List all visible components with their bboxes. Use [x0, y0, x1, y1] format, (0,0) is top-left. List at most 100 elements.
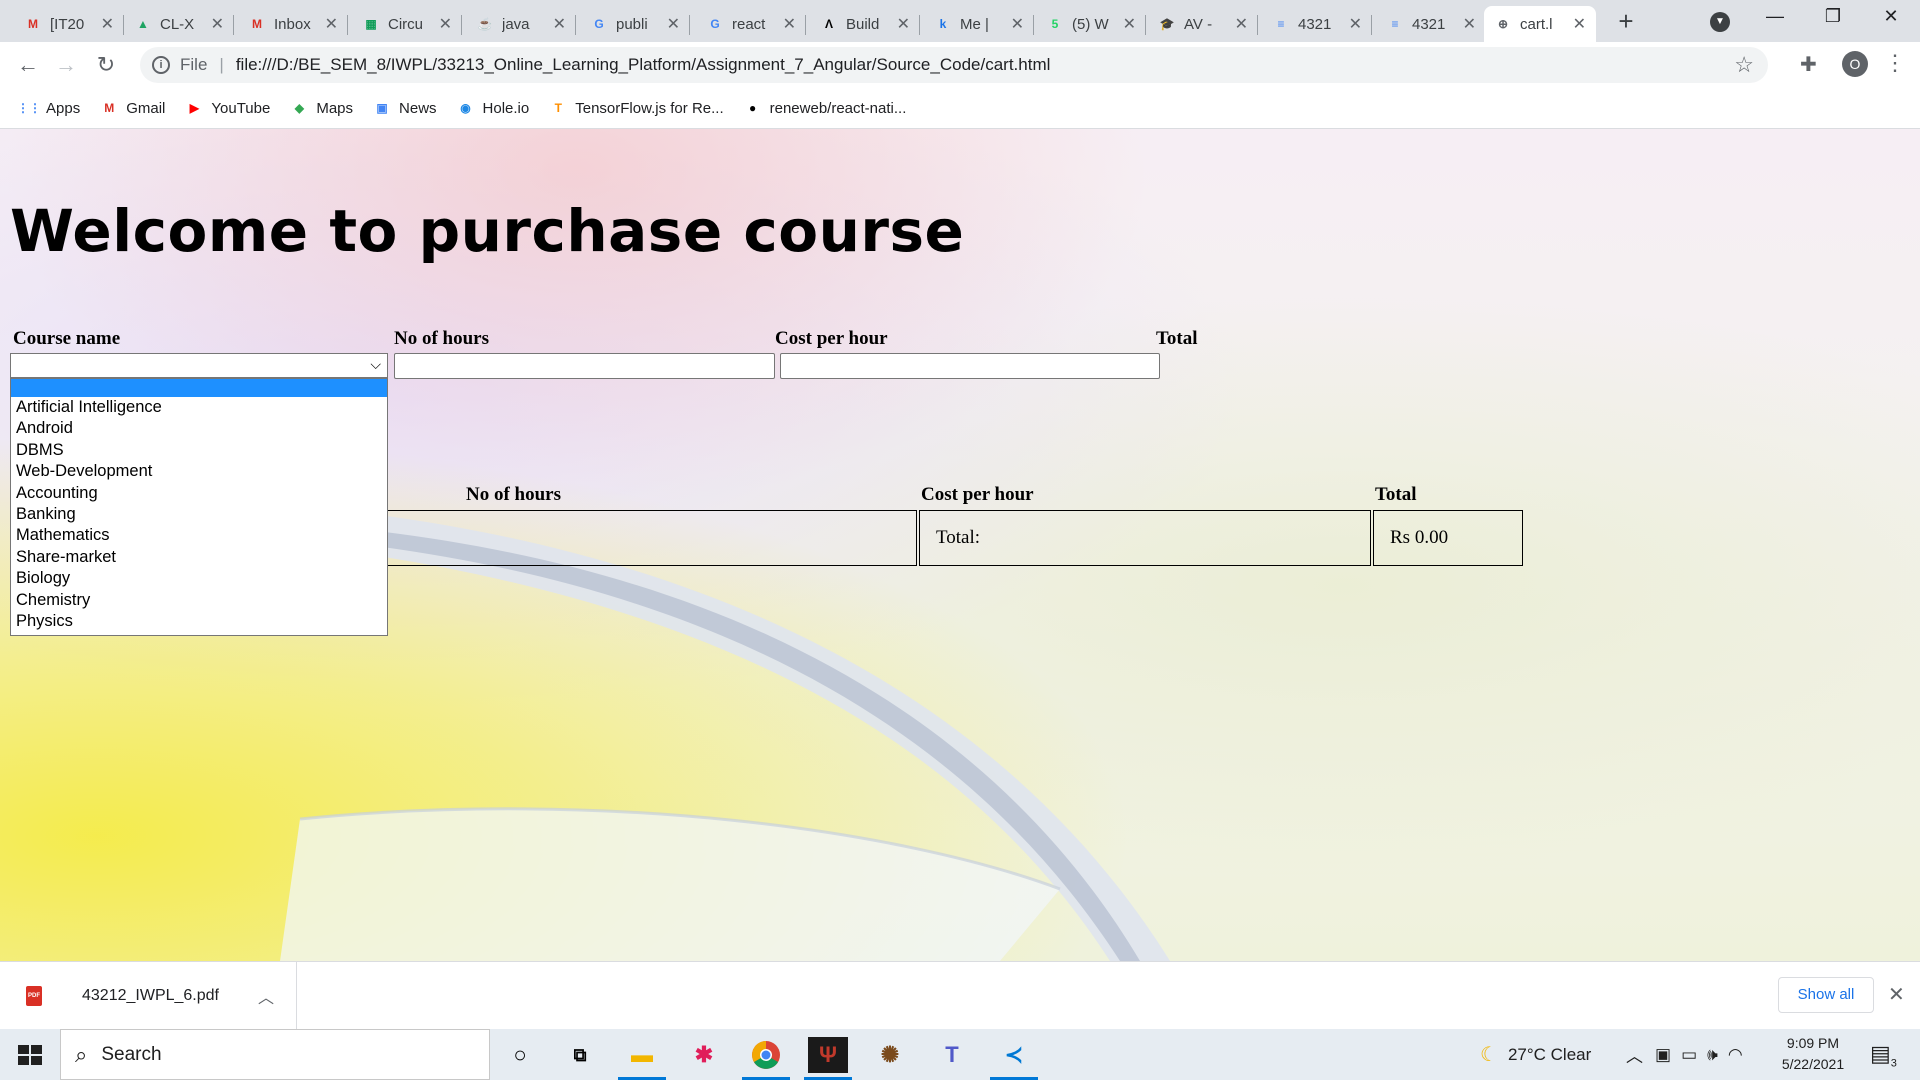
dropdown-option[interactable]: Mathematics: [11, 525, 387, 546]
chevron-up-icon[interactable]: ︿: [258, 984, 274, 1008]
tray-overflow-chevron-icon[interactable]: ︿: [1626, 1042, 1643, 1067]
close-window-button[interactable]: ✕: [1876, 6, 1906, 27]
meet-now-icon[interactable]: ▣: [1655, 1045, 1671, 1065]
moon-icon: ☾: [1480, 1044, 1498, 1066]
close-tab-icon[interactable]: ✕: [1011, 14, 1024, 34]
tab-search-icon[interactable]: ▼: [1710, 12, 1730, 32]
back-arrow-icon[interactable]: ←: [14, 52, 42, 78]
battery-icon[interactable]: ▭: [1681, 1045, 1697, 1065]
predator-sense-icon[interactable]: Ψ: [804, 1037, 852, 1080]
vscode-icon[interactable]: ≺: [990, 1037, 1038, 1080]
tab-9[interactable]: k Me | ✕: [924, 6, 1034, 42]
tab-13[interactable]: ≡ 4321 ✕: [1376, 6, 1486, 42]
clock-time: 9:09 PM: [1786, 1035, 1840, 1051]
url-text[interactable]: file:///D:/BE_SEM_8/IWPL/33213_Online_Le…: [236, 55, 1051, 75]
tab-10[interactable]: 5 (5) W ✕: [1036, 6, 1146, 42]
bookmark-news[interactable]: ▣ News: [373, 99, 436, 117]
forward-arrow-icon[interactable]: →: [52, 52, 80, 78]
bookmark-reneweb-react-nati[interactable]: ● reneweb/react-nati...: [744, 99, 907, 117]
new-tab-button[interactable]: +: [1612, 8, 1640, 36]
tab-2[interactable]: ▲ CL-X ✕: [124, 6, 234, 42]
download-item[interactable]: PDF 43212_IWPL_6.pdf ︿: [0, 962, 297, 1030]
bookmark-youtube[interactable]: ▶ YouTube: [185, 99, 271, 117]
tab-1[interactable]: M [IT20 ✕: [14, 6, 124, 42]
taskbar-clock[interactable]: 9:09 PM 5/22/2021: [1768, 1033, 1858, 1075]
task-view-icon[interactable]: ⧉: [560, 1037, 600, 1073]
bookmark-maps[interactable]: ◆ Maps: [290, 99, 353, 117]
bookmark-hole-io[interactable]: ◉ Hole.io: [457, 99, 529, 117]
dropdown-option[interactable]: Android: [11, 418, 387, 439]
dropdown-option[interactable]: Biology: [11, 568, 387, 589]
windows-start-icon[interactable]: [12, 1040, 48, 1070]
course-name-label: Course name: [13, 328, 121, 349]
minimize-button[interactable]: —: [1760, 6, 1790, 27]
cortana-icon[interactable]: ○: [500, 1037, 540, 1073]
bookmark-apps[interactable]: ⋮⋮ Apps: [17, 99, 80, 117]
dropdown-option[interactable]: Artificial Intelligence: [11, 397, 387, 418]
maximize-button[interactable]: ❐: [1818, 6, 1848, 27]
tab-12[interactable]: ≡ 4321 ✕: [1262, 6, 1372, 42]
chrome-icon[interactable]: [742, 1037, 790, 1080]
close-download-bar-icon[interactable]: ✕: [1888, 982, 1905, 1007]
bookmark-star-icon[interactable]: ☆: [1734, 52, 1754, 78]
slack-icon[interactable]: ✱: [684, 1037, 724, 1073]
youtube-icon: ▶: [189, 101, 199, 115]
tab-5[interactable]: ☕ java ✕: [466, 6, 576, 42]
tab-11[interactable]: 🎓 AV - ✕: [1148, 6, 1258, 42]
bookmark-label: Maps: [316, 99, 354, 117]
tab-7[interactable]: Greact ✕: [696, 6, 806, 42]
volume-icon[interactable]: 🕪: [1707, 1045, 1718, 1065]
close-tab-icon[interactable]: ✕: [553, 14, 566, 34]
tab-8[interactable]: Λ Build ✕: [810, 6, 920, 42]
game-app-icon[interactable]: ✺: [870, 1037, 910, 1073]
extensions-puzzle-icon[interactable]: ✚: [1800, 52, 1817, 77]
dropdown-option[interactable]: Chemistry: [11, 590, 387, 611]
dropdown-option[interactable]: DBMS: [11, 440, 387, 461]
close-tab-icon[interactable]: ✕: [211, 14, 224, 34]
wifi-icon[interactable]: ◠: [1728, 1045, 1743, 1065]
close-tab-icon[interactable]: ✕: [1573, 14, 1586, 34]
bookmark-label: Gmail: [126, 99, 166, 117]
site-info-icon[interactable]: i: [152, 56, 170, 74]
teams-icon[interactable]: T: [932, 1037, 972, 1073]
notification-center-icon[interactable]: ▤3: [1870, 1041, 1897, 1069]
dropdown-option[interactable]: Web-Development: [11, 461, 387, 482]
docs-icon: ≡: [1277, 17, 1285, 31]
dropdown-option[interactable]: Physics: [11, 611, 387, 632]
close-tab-icon[interactable]: ✕: [1463, 14, 1476, 34]
bookmarks-bar: ⋮⋮ Apps M Gmail ▶ YouTube ◆ Maps ▣ News ◉ Hole.io T T…: [0, 88, 1920, 129]
tab-3[interactable]: M Inbox ✕: [238, 6, 348, 42]
close-tab-icon[interactable]: ✕: [1123, 14, 1136, 34]
taskbar-search-placeholder: Search: [101, 1043, 162, 1065]
windows-taskbar: ⌕ Search ○ ⧉ ▬ ✱ Ψ ✺ T ≺ ☾ 27°C Clear ︿ …: [0, 1029, 1920, 1080]
profile-avatar[interactable]: O: [1842, 51, 1868, 77]
browser-menu-icon[interactable]: ⋮: [1884, 50, 1906, 76]
course-select[interactable]: ⌵: [10, 353, 388, 378]
reload-icon[interactable]: ↻: [92, 52, 120, 78]
close-tab-icon[interactable]: ✕: [783, 14, 796, 34]
close-tab-icon[interactable]: ✕: [439, 14, 452, 34]
hours-input[interactable]: [394, 353, 775, 379]
cost-per-hour-input[interactable]: [780, 353, 1160, 379]
tab-6[interactable]: Gpubli ✕: [580, 6, 690, 42]
address-bar[interactable]: i File | file:///D:/BE_SEM_8/IWPL/33213_…: [140, 47, 1768, 83]
close-tab-icon[interactable]: ✕: [1349, 14, 1362, 34]
dropdown-option[interactable]: Share-market: [11, 547, 387, 568]
weather-widget[interactable]: ☾ 27°C Clear: [1480, 1029, 1591, 1080]
dropdown-option[interactable]: Banking: [11, 504, 387, 525]
bookmark-label: reneweb/react-nati...: [769, 99, 907, 117]
close-tab-icon[interactable]: ✕: [667, 14, 680, 34]
close-tab-icon[interactable]: ✕: [1235, 14, 1248, 34]
taskbar-search-box[interactable]: ⌕ Search: [60, 1029, 490, 1080]
dropdown-option-blank-highlighted[interactable]: [11, 379, 387, 397]
dropdown-option[interactable]: Accounting: [11, 483, 387, 504]
close-tab-icon[interactable]: ✕: [897, 14, 910, 34]
tab-4[interactable]: ▦ Circu ✕: [352, 6, 462, 42]
bookmark-gmail[interactable]: M Gmail: [100, 99, 165, 117]
bookmark-tensorflow-js-for-re[interactable]: T TensorFlow.js for Re...: [549, 99, 724, 117]
close-tab-icon[interactable]: ✕: [101, 14, 114, 34]
tab-14[interactable]: ⊕ cart.l ✕: [1484, 6, 1596, 42]
file-explorer-icon[interactable]: ▬: [618, 1037, 666, 1080]
show-all-downloads-button[interactable]: Show all: [1778, 977, 1874, 1013]
close-tab-icon[interactable]: ✕: [325, 14, 338, 34]
